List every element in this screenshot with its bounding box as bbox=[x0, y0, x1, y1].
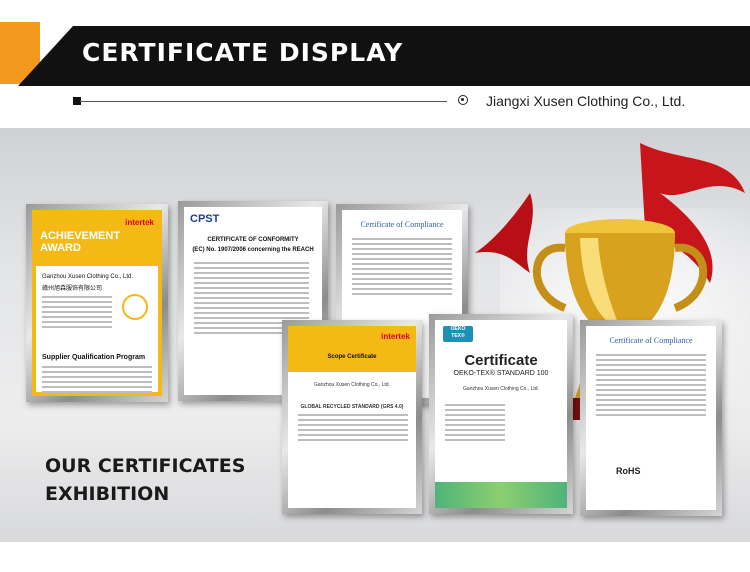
certificate-paper: ACHIEVEMENT AWARD intertek Ganzhou Xusen… bbox=[32, 210, 162, 396]
oeko-standard: OEKO-TEX® STANDARD 100 bbox=[453, 370, 549, 377]
rohs-mark: RoHS bbox=[616, 466, 641, 476]
achievement-title: ACHIEVEMENT bbox=[40, 230, 121, 242]
text-lines bbox=[352, 238, 452, 298]
certificate-oeko-tex[interactable]: OEKO TEX® Certificate OEKO-TEX® STANDARD… bbox=[429, 314, 573, 514]
scope-title: Scope Certificate bbox=[327, 354, 377, 360]
certificate-paper: OEKO TEX® Certificate OEKO-TEX® STANDARD… bbox=[435, 320, 567, 508]
target-bullet-icon bbox=[458, 95, 468, 105]
page-title: CERTIFICATE DISPLAY bbox=[82, 38, 404, 67]
oeko-footer-band bbox=[435, 482, 567, 508]
text-lines bbox=[42, 296, 112, 331]
certificate-scope-grs[interactable]: intertek Scope Certificate Ganzhou Xusen… bbox=[282, 320, 422, 514]
oeko-badge-line2: TEX® bbox=[451, 333, 465, 339]
underline-divider bbox=[80, 101, 447, 102]
text-lines bbox=[298, 414, 408, 444]
company-name: Jiangxi Xusen Clothing Co., Ltd. bbox=[486, 93, 686, 109]
scope-standard: GLOBAL RECYCLED STANDARD (GRS 4.0) bbox=[300, 404, 404, 410]
cpst-title: CERTIFICATE OF CONFORMITY bbox=[207, 237, 299, 243]
certificate-paper: intertek Scope Certificate Ganzhou Xusen… bbox=[288, 326, 416, 508]
text-lines bbox=[445, 404, 505, 444]
company-cn: 赣州旭森服饰有限公司 bbox=[42, 286, 103, 292]
text-lines bbox=[42, 366, 152, 396]
compliance-title: Certificate of Compliance bbox=[609, 336, 693, 345]
cpst-subtitle: (EC) No. 1907/2006 concerning the REACH bbox=[192, 247, 314, 253]
header-banner: CERTIFICATE DISPLAY Jiangxi Xusen Clothi… bbox=[0, 0, 750, 130]
oeko-tex-badge: OEKO TEX® bbox=[443, 326, 473, 342]
certificate-achievement-award[interactable]: ACHIEVEMENT AWARD intertek Ganzhou Xusen… bbox=[26, 204, 168, 402]
intertek-logo: intertek bbox=[125, 218, 154, 227]
intertek-logo: intertek bbox=[381, 332, 410, 341]
company-en: Ganzhou Xusen Clothing Co., Ltd. bbox=[42, 274, 134, 280]
compliance-title: Certificate of Compliance bbox=[360, 220, 444, 229]
program-title: Supplier Qualification Program bbox=[42, 354, 146, 361]
certificate-body: Ganzhou Xusen Clothing Co., Ltd. 赣州旭森服饰有… bbox=[36, 266, 158, 393]
certificate-paper: Certificate of Compliance RoHS bbox=[586, 326, 716, 510]
oeko-company: Ganzhou Xusen Clothing Co., Ltd. bbox=[463, 386, 539, 392]
cpst-logo: CPST bbox=[190, 213, 220, 225]
exhibition-line1: OUR CERTIFICATES bbox=[45, 455, 246, 477]
scope-company: Ganzhou Xusen Clothing Co., Ltd. bbox=[314, 382, 390, 388]
exhibition-line2: EXHIBITION bbox=[45, 483, 170, 505]
award-title: AWARD bbox=[40, 242, 81, 254]
oeko-badge-line1: OEKO bbox=[450, 326, 466, 332]
text-lines bbox=[596, 354, 706, 419]
exhibition-heading: OUR CERTIFICATES EXHIBITION bbox=[45, 452, 245, 508]
oeko-title: Certificate bbox=[464, 352, 538, 369]
supplier-seal-icon bbox=[122, 294, 148, 320]
certificate-compliance-2[interactable]: Certificate of Compliance RoHS bbox=[580, 320, 722, 516]
